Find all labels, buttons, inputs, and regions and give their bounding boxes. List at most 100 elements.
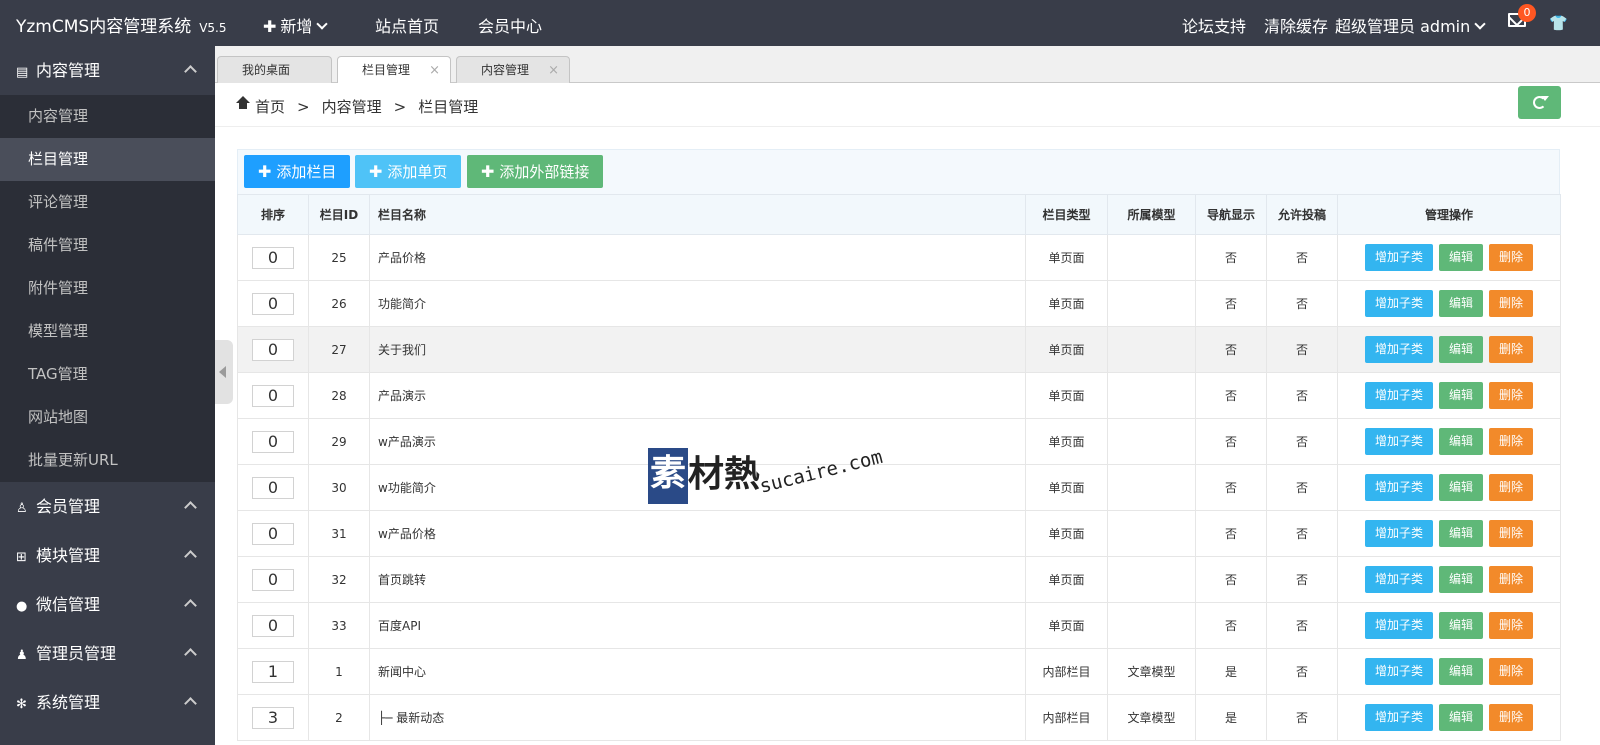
category-name: 功能简介 bbox=[369, 280, 1026, 327]
delete-button[interactable]: 删除 bbox=[1489, 704, 1534, 731]
sidebar-item-models[interactable]: 模型管理 bbox=[0, 310, 215, 353]
nav-display: 否 bbox=[1195, 234, 1267, 281]
site-home-link[interactable]: 站点首页 bbox=[375, 13, 439, 37]
add-child-button[interactable]: 增加子类 bbox=[1364, 336, 1433, 363]
edit-button[interactable]: 编辑 bbox=[1438, 658, 1483, 685]
delete-button[interactable]: 删除 bbox=[1489, 290, 1534, 317]
delete-button[interactable]: 删除 bbox=[1489, 520, 1534, 547]
column-header-id[interactable]: 栏目ID bbox=[308, 194, 370, 235]
table-row: 1新闻中心内部栏目文章模型是否增加子类编辑删除 bbox=[237, 648, 1561, 695]
order-input[interactable] bbox=[252, 614, 294, 637]
add-child-button[interactable]: 增加子类 bbox=[1364, 566, 1433, 593]
column-header-nav: 导航显示 bbox=[1195, 194, 1267, 235]
order-input[interactable] bbox=[252, 246, 294, 269]
order-input[interactable] bbox=[252, 292, 294, 315]
sidebar-group-members[interactable]: ♙ 会员管理 bbox=[0, 482, 215, 531]
tab-category-management[interactable]: 栏目管理 × bbox=[337, 56, 451, 83]
category-table: 排序 栏目ID 栏目名称 栏目类型 所属模型 导航显示 允许投稿 管理操作 25… bbox=[237, 194, 1561, 741]
chevron-up-icon bbox=[184, 501, 197, 514]
app-logo[interactable]: YzmCMS内容管理系统 V5.5 bbox=[16, 12, 227, 37]
sidebar-item-category[interactable]: 栏目管理 bbox=[0, 138, 215, 181]
member-center-link[interactable]: 会员中心 bbox=[478, 13, 542, 37]
allow-submit: 否 bbox=[1266, 510, 1338, 557]
order-input[interactable] bbox=[252, 706, 294, 729]
table-row: 25产品价格单页面否否增加子类编辑删除 bbox=[237, 234, 1561, 281]
edit-button[interactable]: 编辑 bbox=[1438, 566, 1483, 593]
sidebar-group-admins[interactable]: ♟ 管理员管理 bbox=[0, 629, 215, 678]
sidebar-group-wechat[interactable]: ● 微信管理 bbox=[0, 580, 215, 629]
category-id: 2 bbox=[308, 694, 370, 741]
order-input[interactable] bbox=[252, 660, 294, 683]
add-child-button[interactable]: 增加子类 bbox=[1364, 704, 1433, 731]
order-input[interactable] bbox=[252, 384, 294, 407]
sidebar-item-sitemap[interactable]: 网站地图 bbox=[0, 396, 215, 439]
delete-button[interactable]: 删除 bbox=[1489, 336, 1534, 363]
sidebar-group-content[interactable]: ▤ 内容管理 bbox=[0, 46, 215, 95]
add-child-button[interactable]: 增加子类 bbox=[1364, 244, 1433, 271]
order-input[interactable] bbox=[252, 338, 294, 361]
category-id: 31 bbox=[308, 510, 370, 557]
row-actions: 增加子类 编辑 删除 bbox=[1337, 602, 1561, 649]
sidebar-item-attachments[interactable]: 附件管理 bbox=[0, 267, 215, 310]
edit-button[interactable]: 编辑 bbox=[1438, 290, 1483, 317]
edit-button[interactable]: 编辑 bbox=[1438, 520, 1483, 547]
sidebar-group-modules[interactable]: ⊞ 模块管理 bbox=[0, 531, 215, 580]
edit-button[interactable]: 编辑 bbox=[1438, 474, 1483, 501]
tab-content-management[interactable]: 内容管理 × bbox=[456, 56, 570, 83]
delete-button[interactable]: 删除 bbox=[1489, 382, 1534, 409]
refresh-button[interactable] bbox=[1518, 86, 1561, 119]
category-id: 25 bbox=[308, 234, 370, 281]
sidebar-group-system[interactable]: ✻ 系统管理 bbox=[0, 678, 215, 727]
category-id: 26 bbox=[308, 280, 370, 327]
edit-button[interactable]: 编辑 bbox=[1438, 428, 1483, 455]
order-cell bbox=[237, 694, 309, 741]
add-single-page-button[interactable]: ✚ 添加单页 bbox=[355, 155, 462, 188]
chevron-up-icon bbox=[184, 648, 197, 661]
sidebar-submenu: 内容管理 栏目管理 评论管理 稿件管理 附件管理 模型管理 TAG管理 网站地图… bbox=[0, 95, 215, 482]
edit-button[interactable]: 编辑 bbox=[1438, 612, 1483, 639]
sidebar-item-tags[interactable]: TAG管理 bbox=[0, 353, 215, 396]
delete-button[interactable]: 删除 bbox=[1489, 612, 1534, 639]
new-menu-button[interactable]: ✚ 新增 bbox=[263, 13, 329, 37]
edit-button[interactable]: 编辑 bbox=[1438, 244, 1483, 271]
add-child-button[interactable]: 增加子类 bbox=[1364, 382, 1433, 409]
category-name: 产品价格 bbox=[369, 234, 1026, 281]
column-header-order[interactable]: 排序 bbox=[237, 194, 309, 235]
close-icon[interactable]: × bbox=[548, 57, 559, 84]
add-child-button[interactable]: 增加子类 bbox=[1364, 520, 1433, 547]
nav-display: 否 bbox=[1195, 418, 1267, 465]
close-icon[interactable]: × bbox=[429, 57, 440, 84]
tab-my-desktop[interactable]: 我的桌面 bbox=[217, 56, 332, 83]
clear-cache-link[interactable]: 清除缓存 bbox=[1264, 13, 1328, 37]
add-category-button[interactable]: ✚ 添加栏目 bbox=[244, 155, 351, 188]
delete-button[interactable]: 删除 bbox=[1489, 566, 1534, 593]
forum-support-link[interactable]: 论坛支持 bbox=[1182, 13, 1246, 37]
user-menu[interactable]: 超级管理员 admin bbox=[1335, 13, 1486, 37]
sidebar-collapse-handle[interactable] bbox=[215, 340, 233, 404]
add-child-button[interactable]: 增加子类 bbox=[1364, 658, 1433, 685]
add-child-button[interactable]: 增加子类 bbox=[1364, 612, 1433, 639]
edit-button[interactable]: 编辑 bbox=[1438, 336, 1483, 363]
sidebar-item-batch-url[interactable]: 批量更新URL bbox=[0, 439, 215, 482]
order-input[interactable] bbox=[252, 568, 294, 591]
order-input[interactable] bbox=[252, 476, 294, 499]
delete-button[interactable]: 删除 bbox=[1489, 244, 1534, 271]
sidebar-group-label: 模块管理 bbox=[36, 546, 101, 565]
add-child-button[interactable]: 增加子类 bbox=[1364, 474, 1433, 501]
sidebar-item-content[interactable]: 内容管理 bbox=[0, 95, 215, 138]
breadcrumb-home[interactable]: 首页 bbox=[255, 98, 285, 116]
edit-button[interactable]: 编辑 bbox=[1438, 704, 1483, 731]
edit-button[interactable]: 编辑 bbox=[1438, 382, 1483, 409]
add-child-button[interactable]: 增加子类 bbox=[1364, 428, 1433, 455]
add-child-button[interactable]: 增加子类 bbox=[1364, 290, 1433, 317]
sidebar-item-manuscripts[interactable]: 稿件管理 bbox=[0, 224, 215, 267]
delete-button[interactable]: 删除 bbox=[1489, 474, 1534, 501]
delete-button[interactable]: 删除 bbox=[1489, 658, 1534, 685]
skin-shirt-icon[interactable]: 👕 bbox=[1549, 14, 1568, 32]
delete-button[interactable]: 删除 bbox=[1489, 428, 1534, 455]
sidebar-item-comments[interactable]: 评论管理 bbox=[0, 181, 215, 224]
order-input[interactable] bbox=[252, 522, 294, 545]
row-actions: 增加子类 编辑 删除 bbox=[1337, 372, 1561, 419]
order-input[interactable] bbox=[252, 430, 294, 453]
add-external-link-button[interactable]: ✚ 添加外部链接 bbox=[467, 155, 604, 188]
